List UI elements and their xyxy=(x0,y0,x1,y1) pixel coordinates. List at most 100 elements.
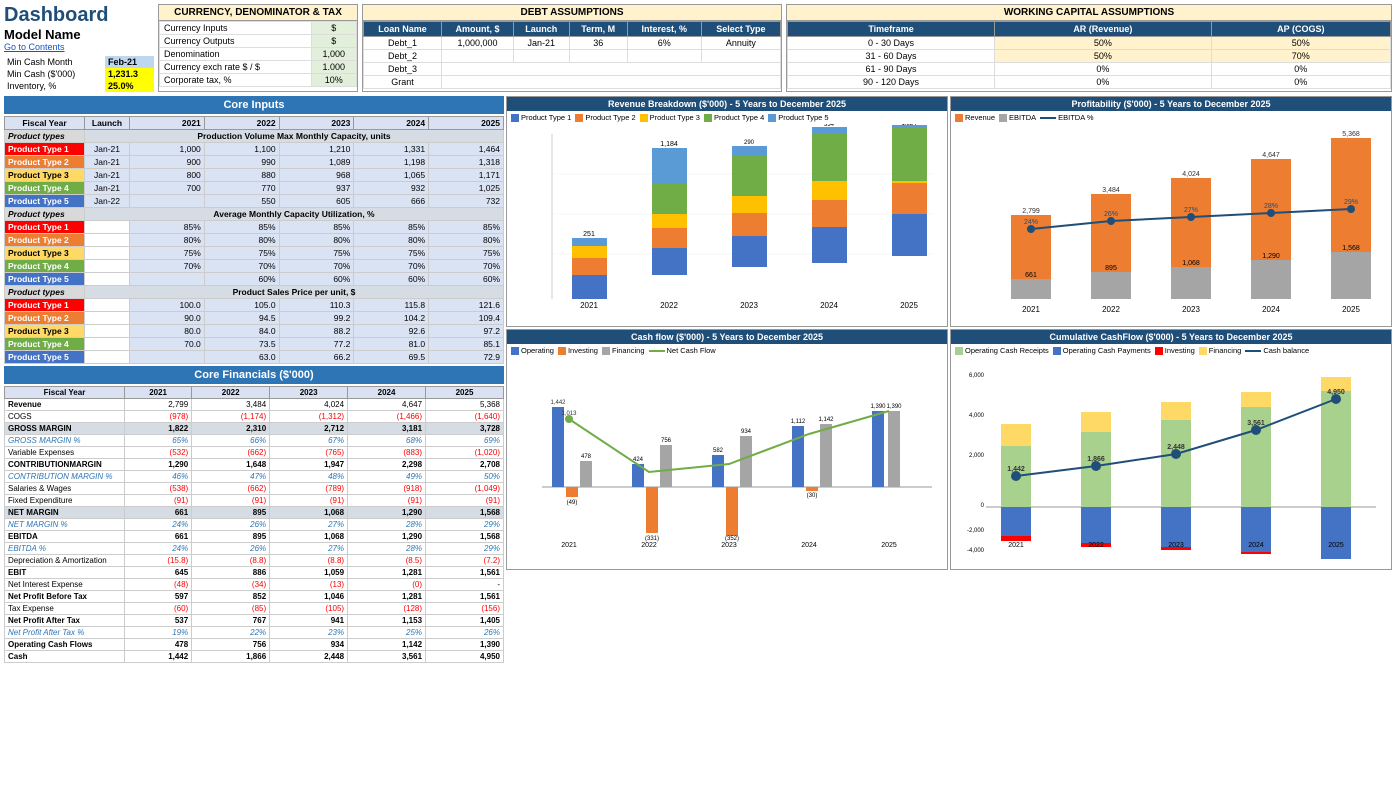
wc-col-ap: AP (COGS) xyxy=(1211,22,1390,37)
ci-p3-vol: Product Type 3 Jan-21 800 880 968 1,065 … xyxy=(5,169,504,182)
ci-section1-header: Product types Production Volume Max Mont… xyxy=(5,130,504,143)
fin-tax: Tax Expense (60) (85) (105) (128) (156) xyxy=(5,603,504,615)
ci-p5-price: Product Type 5 63.0 66.2 69.5 72.9 xyxy=(5,351,504,364)
legend-revenue: Revenue xyxy=(955,113,995,122)
debt-col-term: Term, M xyxy=(569,22,627,37)
svg-text:895: 895 xyxy=(1105,265,1117,272)
cf-2024: 1,112 (30) 1,142 2024 xyxy=(791,417,834,549)
revenue-chart-svg: 781 579 414 251 2021 xyxy=(507,124,947,324)
pt4-dot xyxy=(704,114,712,122)
pt1-dot xyxy=(511,114,519,122)
exch-rate-label: Currency exch rate $ / $ xyxy=(160,61,312,74)
profitability-chart-svg: 2,799 3,484 4,024 4,647 xyxy=(951,124,1391,324)
legend-pt4: Product Type 4 xyxy=(704,113,764,122)
ci-2025: 2025 xyxy=(429,117,504,130)
fin-ebitda: EBITDA 661 895 1,068 1,290 1,568 xyxy=(5,531,504,543)
min-cash-month-value: Feb-21 xyxy=(105,56,154,68)
min-cash-month-label: Min Cash Month xyxy=(4,56,105,68)
svg-text:2023: 2023 xyxy=(721,542,737,549)
debt-col-loan: Loan Name xyxy=(364,22,442,37)
ci-p4-util: Product Type 4 70% 70% 70% 70% 70% xyxy=(5,260,504,273)
fin-da: Depreciation & Amortization (15.8) (8.8)… xyxy=(5,555,504,567)
debt1-name: Debt_1 xyxy=(364,37,442,50)
ci-2024: 2024 xyxy=(354,117,429,130)
svg-text:2025: 2025 xyxy=(900,301,918,310)
fin-revenue: Revenue 2,799 3,484 4,024 4,647 5,368 xyxy=(5,399,504,411)
debt-col-interest: Interest, % xyxy=(627,22,701,37)
operating-dot xyxy=(511,347,519,355)
header-row: Dashboard Model Name Go to Contents Min … xyxy=(4,4,1392,92)
cumulative-chart-box: Cumulative CashFlow ($'000) - 5 Years to… xyxy=(950,329,1392,570)
denomination-label: Denomination xyxy=(160,48,312,61)
min-cash-block: Min Cash Month Feb-21 Min Cash ($'000) 1… xyxy=(4,56,154,92)
wc4-ar: 0% xyxy=(995,76,1212,89)
denomination-value: 1,000 xyxy=(311,48,356,61)
svg-text:-4,000: -4,000 xyxy=(967,548,985,554)
debt1-interest: 6% xyxy=(627,37,701,50)
svg-text:334: 334 xyxy=(824,124,835,128)
debt1-type: Annuity xyxy=(701,37,780,50)
revenue-chart-legend: Product Type 1 Product Type 2 Product Ty… xyxy=(507,111,947,124)
svg-text:1,390: 1,390 xyxy=(870,404,886,410)
svg-text:1,442: 1,442 xyxy=(550,400,566,406)
wc4-tf: 90 - 120 Days xyxy=(788,76,995,89)
cash-balance-line xyxy=(1245,350,1261,352)
cum-investing-dot xyxy=(1155,347,1163,355)
net-cf-dot xyxy=(649,350,665,352)
x-label-2021: 2021 xyxy=(1022,305,1040,314)
ci-p1-price: Product Type 1 100.0 105.0 110.3 115.8 1… xyxy=(5,299,504,312)
debt2-launch xyxy=(513,50,569,63)
wc1-ap: 50% xyxy=(1211,37,1390,50)
pct-dot-2025 xyxy=(1347,205,1355,213)
svg-text:1,112: 1,112 xyxy=(791,419,806,425)
core-financials-table: Fiscal Year 2021 2022 2023 2024 2025 Rev… xyxy=(4,386,504,663)
debt-col-amount: Amount, $ xyxy=(442,22,514,37)
ci-2022: 2022 xyxy=(204,117,279,130)
op-payments-dot xyxy=(1053,347,1061,355)
fin-2022: 2022 xyxy=(192,387,270,399)
svg-text:2023: 2023 xyxy=(1168,542,1184,549)
ci-p5-vol: Product Type 5 Jan-22 550 605 666 732 xyxy=(5,195,504,208)
cashflow-legend: Operating Investing Financing Net Cash F… xyxy=(507,344,947,357)
cum-2022: 2022 xyxy=(1081,412,1111,549)
wc3-ar: 0% xyxy=(995,63,1212,76)
cashflow-chart-title: Cash flow ($'000) - 5 Years to December … xyxy=(507,330,947,344)
pct-label-2022: 26% xyxy=(1104,211,1118,218)
ci-p4-price: Product Type 4 70.0 73.5 77.2 81.0 85.1 xyxy=(5,338,504,351)
debt-row-2: Debt_2 xyxy=(364,50,781,63)
svg-text:(30): (30) xyxy=(807,493,818,499)
cum-2025: 2025 xyxy=(1321,377,1351,559)
svg-text:1,013: 1,013 xyxy=(561,411,577,417)
fin-npat: Net Profit After Tax 537 767 941 1,153 1… xyxy=(5,615,504,627)
wc-block: WORKING CAPITAL ASSUMPTIONS Timeframe AR… xyxy=(786,4,1392,92)
revenue-dot xyxy=(955,114,963,122)
svg-text:6,000: 6,000 xyxy=(969,373,985,379)
x-label-2023: 2023 xyxy=(1182,305,1200,314)
bar-2022: 903 669 478 1,025 1,184 2022 xyxy=(652,141,687,310)
debt2-interest xyxy=(627,50,701,63)
inventory-value: 25.0% xyxy=(105,80,154,92)
debt2-term xyxy=(569,50,627,63)
dashboard-title: Dashboard xyxy=(4,4,154,27)
svg-text:1,442: 1,442 xyxy=(1007,466,1025,473)
fin-salaries: Salaries & Wages (538) (662) (789) (918)… xyxy=(5,483,504,495)
revenue-chart-box: Revenue Breakdown ($'000) - 5 Years to D… xyxy=(506,96,948,327)
cumulative-chart-svg: 6,000 4,000 2,000 0 -2,000 -4,000 xyxy=(951,357,1391,567)
currency-outputs-value: $ xyxy=(311,35,356,48)
bar-2024: 1,204 892 637 1,579 334 2024 xyxy=(812,124,847,310)
debt-row-3: Debt_3 xyxy=(364,63,781,76)
svg-text:5,368: 5,368 xyxy=(1342,131,1360,138)
min-cash-label: Min Cash ($'000) xyxy=(4,68,105,80)
svg-text:2022: 2022 xyxy=(1088,542,1104,549)
cf-2023: 582 (352) 934 2023 xyxy=(712,429,752,549)
fin-gross-margin-pct: GROSS MARGIN % 65% 66% 67% 68% 69% xyxy=(5,435,504,447)
debt2-name: Debt_2 xyxy=(364,50,442,63)
wc-title: WORKING CAPITAL ASSUMPTIONS xyxy=(787,5,1391,21)
svg-text:-2,000: -2,000 xyxy=(967,528,985,534)
svg-text:1,390: 1,390 xyxy=(886,404,902,410)
legend-ebitda: EBITDA xyxy=(999,113,1036,122)
nav-link[interactable]: Go to Contents xyxy=(4,42,65,52)
cf-2025: 1,390 1,390 2025 xyxy=(870,404,902,549)
pct-dot-2022 xyxy=(1107,217,1115,225)
financing-dot xyxy=(602,347,610,355)
